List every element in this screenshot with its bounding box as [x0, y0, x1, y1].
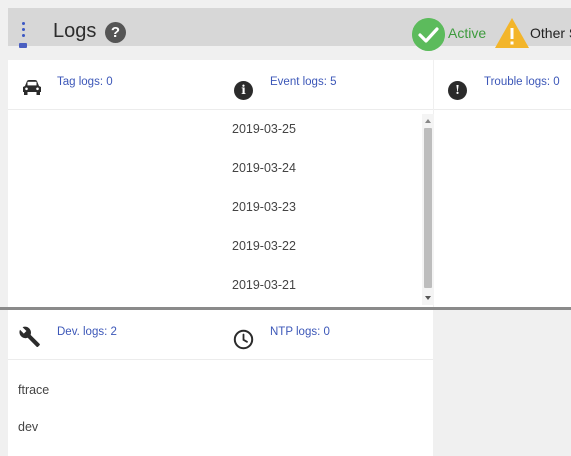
dev-logs-panel: Dev. logs: 2 ftrace dev	[8, 310, 219, 456]
scroll-up-icon[interactable]	[425, 119, 431, 123]
list-item[interactable]: 2019-03-25	[219, 120, 419, 159]
list-item[interactable]: 2019-03-23	[219, 198, 419, 237]
car-icon	[23, 80, 41, 95]
trouble-logs-panel: ! Trouble logs: 0	[434, 60, 571, 307]
event-logs-title: Event logs: 5	[270, 76, 337, 88]
clock-icon	[233, 329, 254, 350]
ntp-logs-panel: NTP logs: 0	[219, 310, 433, 456]
info-icon: i	[234, 81, 253, 100]
event-logs-header[interactable]: i Event logs: 5	[219, 60, 433, 110]
warning-icon	[495, 18, 529, 48]
trouble-logs-title: Trouble logs: 0	[484, 76, 560, 88]
status-active-label: Active	[448, 25, 487, 41]
list-item[interactable]: 2019-03-22	[219, 237, 419, 276]
help-icon[interactable]: ?	[105, 22, 126, 43]
alert-icon: !	[448, 81, 467, 100]
tag-logs-title: Tag logs: 0	[57, 76, 113, 88]
tag-logs-header[interactable]: Tag logs: 0	[8, 60, 219, 110]
ntp-logs-title: NTP logs: 0	[270, 326, 330, 338]
list-item[interactable]: ftrace	[18, 383, 49, 397]
scroll-down-icon[interactable]	[425, 296, 431, 300]
wrench-icon	[19, 326, 40, 347]
event-log-list: 2019-03-25 2019-03-24 2019-03-23 2019-03…	[219, 120, 419, 315]
trouble-logs-header[interactable]: ! Trouble logs: 0	[434, 60, 571, 110]
tag-logs-panel: Tag logs: 0	[8, 60, 219, 307]
dev-logs-header[interactable]: Dev. logs: 2	[8, 310, 219, 360]
menu-icon[interactable]	[21, 22, 27, 40]
event-logs-panel: i Event logs: 5 2019-03-25 2019-03-24 20…	[219, 60, 433, 307]
partial-icon	[19, 43, 27, 48]
check-icon	[412, 18, 445, 51]
ntp-logs-header[interactable]: NTP logs: 0	[219, 310, 433, 360]
page-title: Logs	[53, 20, 97, 42]
app-header: Logs ? Active Other St	[8, 8, 571, 51]
list-item[interactable]: 2019-03-24	[219, 159, 419, 198]
list-item[interactable]: dev	[18, 420, 38, 434]
dev-logs-title: Dev. logs: 2	[57, 326, 117, 338]
status-other-label: Other St	[530, 25, 571, 41]
event-list-scrollbar[interactable]	[422, 114, 434, 305]
scrollbar-thumb[interactable]	[424, 128, 432, 288]
